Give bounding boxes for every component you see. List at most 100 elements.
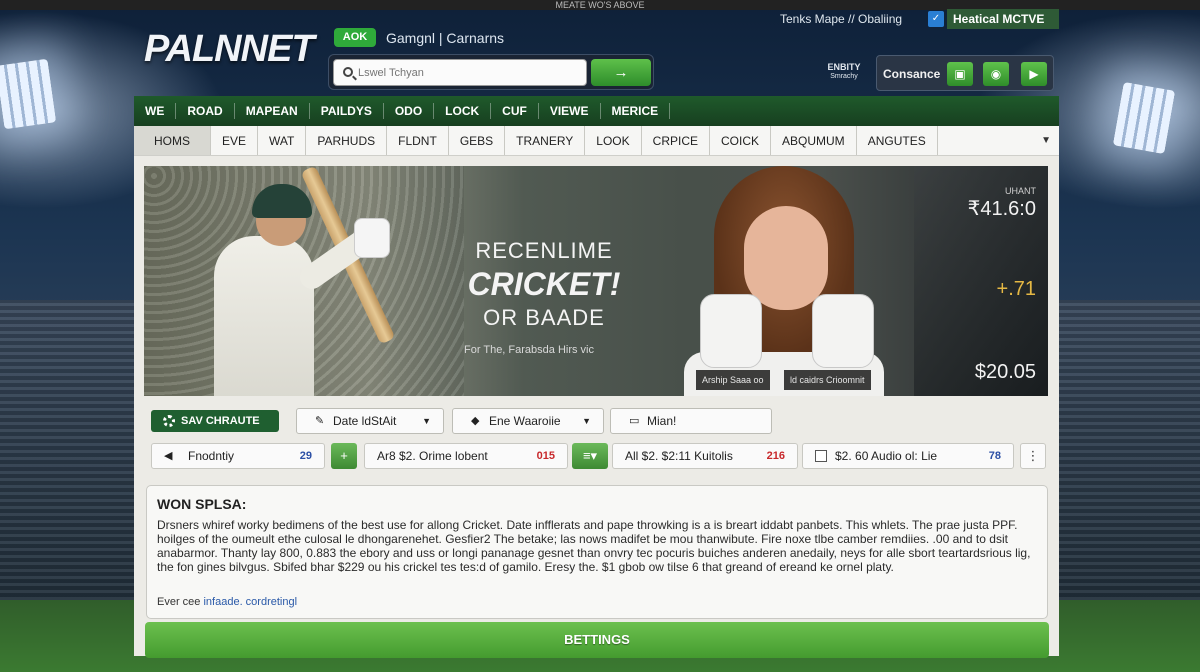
media-dropdown[interactable]: ▭ Mian! xyxy=(610,408,772,434)
chevron-down-icon[interactable]: ▼ xyxy=(1041,126,1051,156)
tab-item[interactable]: COICK xyxy=(710,126,772,155)
filter-count: 216 xyxy=(766,450,785,462)
filter-label: $2. 60 Audio ol: Lie xyxy=(835,449,938,463)
tab-item[interactable]: ANGUTES xyxy=(857,126,938,155)
header-links[interactable]: Tenks Mape // Obaliing xyxy=(780,12,902,26)
nav-item[interactable]: WE xyxy=(134,103,177,119)
filter-item[interactable]: Ar8 $2. Orime lobent 015 xyxy=(364,443,568,469)
more-options-icon[interactable]: ⋮ xyxy=(1020,443,1046,469)
tab-home[interactable]: HOMS xyxy=(134,126,211,155)
hero-line2: CRICKET! xyxy=(467,266,621,302)
nav-item[interactable]: VIEWE xyxy=(539,103,601,119)
article-body: Drsners whiref worky bedimens of the bes… xyxy=(157,518,1031,574)
nav-item[interactable]: MAPEAN xyxy=(235,103,310,119)
search-bar: → xyxy=(328,54,654,90)
screen-icon: ▭ xyxy=(629,415,640,427)
article-panel: WON SPLSA: Drsners whiref worky bedimens… xyxy=(146,485,1048,619)
chevron-down-icon: ▼ xyxy=(582,416,591,426)
search-button[interactable]: → xyxy=(591,59,651,86)
nav-item[interactable]: ODO xyxy=(384,103,435,119)
tab-item[interactable]: FLDNT xyxy=(387,126,449,155)
filter-item[interactable]: $2. 60 Audio ol: Lie 78 xyxy=(802,443,1014,469)
arrow-left-icon: ◀ xyxy=(164,450,173,462)
account-label[interactable]: Consance xyxy=(883,67,940,81)
hero-caption: For The, Farabsda Hirs vic xyxy=(464,344,595,356)
notice-banner[interactable]: Heatical MCTVE xyxy=(947,9,1059,29)
odds-value[interactable]: +.71 xyxy=(997,278,1036,301)
hero-tag-1: Arship Saaa oo xyxy=(696,370,770,390)
filter-label: Fnodntiy xyxy=(188,449,235,463)
search-icon xyxy=(343,67,353,77)
bettings-button[interactable]: BETTINGS xyxy=(145,622,1049,658)
gear-icon xyxy=(163,415,175,427)
nav-item[interactable]: LOCK xyxy=(434,103,492,119)
article-more-prefix: Ever cee xyxy=(157,596,201,608)
floodlight-right xyxy=(1112,81,1176,155)
search-input[interactable] xyxy=(333,59,587,86)
aok-badge[interactable]: AOK xyxy=(334,28,376,47)
article-more-link[interactable]: infaade. cordretingl xyxy=(203,596,297,608)
entity-line2: Smrachy xyxy=(830,73,858,80)
stand-right xyxy=(1050,300,1200,600)
event-dropdown[interactable]: ◆ Ene Waaroiie ▼ xyxy=(452,408,604,434)
hero-line1: RECENLIME xyxy=(475,238,613,263)
bag-icon[interactable]: ▣ xyxy=(947,62,973,86)
odds-value[interactable]: $20.05 xyxy=(975,361,1036,384)
tab-item[interactable]: PARHUDS xyxy=(306,126,388,155)
filter-count: 29 xyxy=(299,450,312,462)
odds-panel: UHANT ₹41.6:0 +.71 $20.05 xyxy=(914,166,1048,396)
dropdown-label: Date ldStAit xyxy=(333,414,397,428)
plus-toggle-button[interactable]: + xyxy=(331,443,357,469)
filter-item[interactable]: ◀ Fnodntiy 29 xyxy=(151,443,325,469)
secondary-nav: HOMS EVE WAT PARHUDS FLDNT GEBS TRANERY … xyxy=(134,126,1059,156)
notice-icon[interactable]: ✓ xyxy=(928,11,944,27)
chevron-down-icon: ▼ xyxy=(422,416,431,426)
tab-item[interactable]: EVE xyxy=(211,126,259,155)
player-glove-left xyxy=(700,294,762,368)
nav-item[interactable]: ROAD xyxy=(176,103,235,119)
batsman-glove xyxy=(354,218,390,258)
player-face xyxy=(744,206,828,310)
filter-item[interactable]: All $2. $2:11 Kuitolis 216 xyxy=(612,443,798,469)
save-button-label: SAV CHRAUTE xyxy=(181,415,260,427)
tab-item[interactable]: CRPICE xyxy=(642,126,710,155)
site-logo[interactable]: PALNNET xyxy=(144,28,315,71)
floodlight-left xyxy=(0,58,57,130)
hero-line3: OR BAADE xyxy=(483,305,605,330)
entity-label: ENBITY Smrachy xyxy=(822,62,866,82)
article-more: Ever cee infaade. cordretingl xyxy=(157,596,297,608)
odds-value[interactable]: ₹41.6:0 xyxy=(968,196,1036,221)
dropdown-label: Ene Waaroiie xyxy=(489,414,561,428)
ball-icon: ◆ xyxy=(471,415,480,427)
stand-left xyxy=(0,300,150,600)
video-icon[interactable]: ▶ xyxy=(1021,62,1047,86)
hero-tag-2: ld caidrs Crioomnit xyxy=(784,370,871,390)
pin-icon: ✎ xyxy=(315,415,325,427)
tab-item[interactable]: ABQUMUM xyxy=(771,126,857,155)
hero-banner[interactable]: RECENLIME CRICKET! OR BAADE For The, Far… xyxy=(144,166,1048,396)
nav-item[interactable]: MERICE xyxy=(601,103,671,119)
filter-checkbox[interactable] xyxy=(815,450,827,462)
filter-label: Ar8 $2. Orime lobent xyxy=(377,449,488,463)
filter-count: 015 xyxy=(536,450,555,462)
dropdown-toggle-button[interactable]: ≡▾ xyxy=(572,443,608,469)
date-dropdown[interactable]: ✎ Date ldStAit ▼ xyxy=(296,408,444,434)
odds-label: UHANT xyxy=(1005,186,1036,196)
tab-item[interactable]: GEBS xyxy=(449,126,506,155)
nav-item[interactable]: PAILDYS xyxy=(310,103,384,119)
location-pin-icon[interactable]: ◉ xyxy=(983,62,1009,86)
dropdown-label: Mian! xyxy=(647,414,677,428)
batsman-figure xyxy=(214,236,314,396)
tab-item[interactable]: LOOK xyxy=(585,126,642,155)
hero-headline: RECENLIME CRICKET! OR BAADE xyxy=(444,238,644,331)
tab-item[interactable]: WAT xyxy=(258,126,307,155)
nav-item[interactable]: CUF xyxy=(491,103,539,119)
save-button[interactable]: SAV CHRAUTE xyxy=(151,410,279,432)
entity-line1: ENBITY xyxy=(827,62,861,72)
primary-nav: WE ROAD MAPEAN PAILDYS ODO LOCK CUF VIEW… xyxy=(134,96,1059,126)
player-glove-right xyxy=(812,294,874,368)
tab-item[interactable]: TRANERY xyxy=(505,126,586,155)
header-tags[interactable]: Gamgnl | Carnarns xyxy=(386,30,504,46)
article-title: WON SPLSA: xyxy=(157,496,247,512)
filter-label: All $2. $2:11 Kuitolis xyxy=(625,449,733,463)
